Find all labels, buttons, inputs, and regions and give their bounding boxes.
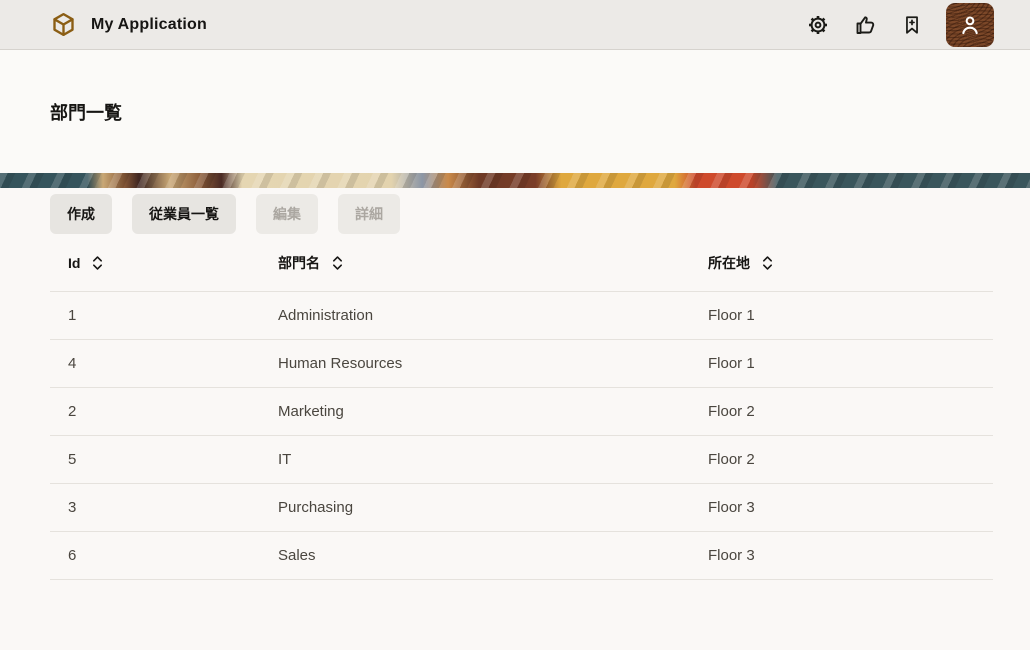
table-header-row: Id 部門名 所在地 (50, 234, 993, 291)
table-row[interactable]: 6 Sales Floor 3 (50, 531, 993, 579)
cell-name: Marketing (278, 403, 708, 420)
cell-id: 5 (68, 451, 278, 468)
table-row[interactable]: 3 Purchasing Floor 3 (50, 483, 993, 531)
table-row[interactable]: 4 Human Resources Floor 1 (50, 339, 993, 387)
cell-name: Administration (278, 307, 708, 324)
column-label: 部門名 (278, 253, 320, 273)
cell-name: Purchasing (278, 499, 708, 516)
table-row[interactable]: 2 Marketing Floor 2 (50, 387, 993, 435)
cell-name: Human Resources (278, 355, 708, 372)
cell-location: Floor 3 (708, 499, 993, 516)
bookmark-add-button[interactable] (899, 12, 925, 38)
topbar-actions (805, 3, 994, 47)
user-avatar-button[interactable] (946, 3, 994, 47)
cell-location: Floor 1 (708, 355, 993, 372)
person-avatar-icon (957, 12, 983, 38)
table-body: 1 Administration Floor 1 4 Human Resourc… (50, 291, 993, 580)
bookmark-add-icon (901, 13, 923, 37)
sort-icon[interactable] (91, 255, 104, 271)
sort-icon[interactable] (331, 255, 344, 271)
page-title: 部門一覧 (50, 99, 122, 125)
gear-icon (806, 13, 830, 37)
toolbar-button-employee-list[interactable]: 従業員一覧 (132, 194, 236, 234)
cell-id: 6 (68, 547, 278, 564)
table-row[interactable]: 5 IT Floor 2 (50, 435, 993, 483)
cube-logo-icon (50, 11, 77, 38)
cell-name: Sales (278, 547, 708, 564)
decorative-textile-banner (0, 173, 1030, 188)
thumbs-up-icon (853, 13, 877, 37)
cell-location: Floor 2 (708, 403, 993, 420)
toolbar-button-edit: 編集 (256, 194, 318, 234)
cell-location: Floor 3 (708, 547, 993, 564)
cell-id: 1 (68, 307, 278, 324)
toolbar-button-details: 詳細 (338, 194, 400, 234)
feedback-button[interactable] (852, 12, 878, 38)
toolbar-button-create[interactable]: 作成 (50, 194, 112, 234)
cell-location: Floor 1 (708, 307, 993, 324)
column-header-name[interactable]: 部門名 (278, 253, 708, 273)
settings-button[interactable] (805, 12, 831, 38)
departments-table: Id 部門名 所在地 (50, 234, 993, 580)
page-title-band: 部門一覧 (0, 50, 1030, 173)
cell-id: 3 (68, 499, 278, 516)
cell-id: 4 (68, 355, 278, 372)
app-title: My Application (91, 16, 207, 34)
column-header-location[interactable]: 所在地 (708, 253, 993, 273)
column-label: Id (68, 255, 80, 271)
app-window: My Application (0, 0, 1030, 650)
cell-location: Floor 2 (708, 451, 993, 468)
main-content: 作成従業員一覧編集詳細 Id 部門名 (0, 188, 1030, 580)
cell-id: 2 (68, 403, 278, 420)
column-header-id[interactable]: Id (68, 255, 278, 271)
toolbar: 作成従業員一覧編集詳細 (50, 194, 993, 234)
sort-icon[interactable] (761, 255, 774, 271)
brand: My Application (50, 11, 207, 38)
cell-name: IT (278, 451, 708, 468)
table-row[interactable]: 1 Administration Floor 1 (50, 291, 993, 339)
column-label: 所在地 (708, 253, 750, 273)
app-header: My Application (0, 0, 1030, 50)
